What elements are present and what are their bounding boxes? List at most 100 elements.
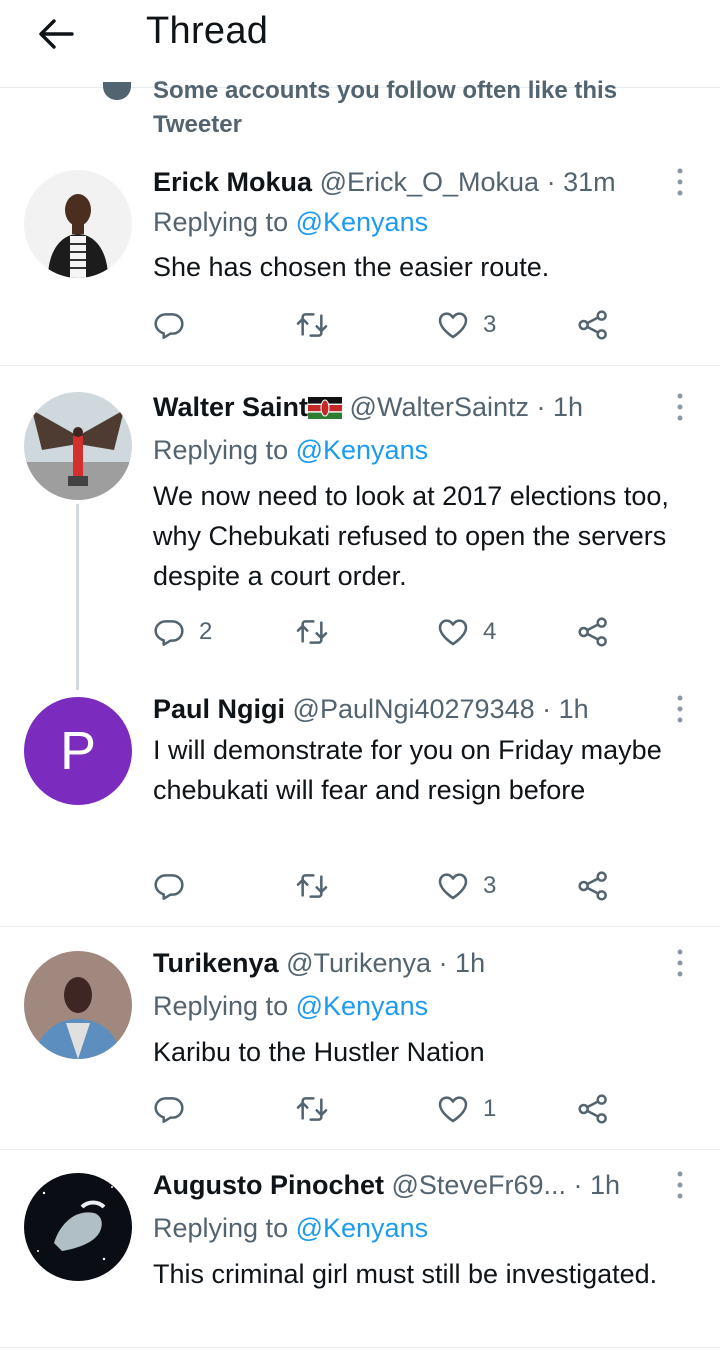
share-button[interactable] <box>577 1089 609 1129</box>
retweet-button[interactable] <box>295 612 343 652</box>
more-vertical-icon[interactable] <box>668 692 692 726</box>
retweet-icon <box>295 1093 329 1125</box>
avatar[interactable] <box>24 170 132 278</box>
share-button[interactable] <box>577 612 609 652</box>
reply-count: 2 <box>199 618 213 645</box>
like-icon <box>437 870 469 902</box>
retweet-icon <box>295 309 329 341</box>
share-button[interactable] <box>577 866 609 906</box>
tweet-header: Augusto Pinochet @SteveFr69... · 1h <box>153 1168 663 1202</box>
top-app-bar: Thread <box>0 0 720 88</box>
tweet-header: Paul Ngigi @PaulNgi40279348 · 1h <box>153 692 663 726</box>
reply-button[interactable] <box>153 866 199 906</box>
reply-button[interactable] <box>153 305 199 345</box>
author-handle[interactable]: @Turikenya <box>286 948 431 978</box>
retweet-button[interactable] <box>295 305 343 345</box>
retweet-button[interactable] <box>295 866 343 906</box>
retweet-icon <box>295 870 329 902</box>
page-title: Thread <box>146 10 269 52</box>
tweet-time[interactable]: · 1h <box>537 392 584 422</box>
tweet-time[interactable]: · 1h <box>542 694 589 724</box>
tweet-header: Walter Saint @WalterSaintz · 1h <box>153 390 663 424</box>
like-count: 1 <box>483 1095 497 1122</box>
author-name[interactable]: Paul Ngigi <box>153 694 285 724</box>
avatar[interactable] <box>24 392 132 500</box>
back-button[interactable] <box>32 14 80 54</box>
tweet[interactable]: Turikenya @Turikenya · 1h Replying to @K… <box>0 946 720 1150</box>
author-handle[interactable]: @PaulNgi40279348 <box>293 694 535 724</box>
tweet-header: Erick Mokua @Erick_O_Mokua · 31m <box>153 165 663 199</box>
share-icon <box>577 616 609 648</box>
like-button[interactable]: 3 <box>437 305 496 345</box>
social-context-line2: Tweeter <box>153 111 242 138</box>
reply-icon <box>153 870 185 902</box>
replying-to-handle[interactable]: @Kenyans <box>296 1213 428 1243</box>
share-icon <box>577 309 609 341</box>
tweet[interactable]: Walter Saint @WalterSaintz · 1h Replying… <box>0 390 720 670</box>
like-icon <box>437 1093 469 1125</box>
social-context-line1: Some accounts you follow often like this <box>153 80 618 104</box>
more-vertical-icon[interactable] <box>668 1168 692 1202</box>
replying-to-handle[interactable]: @Kenyans <box>296 435 428 465</box>
kenya-flag-icon <box>308 397 343 419</box>
like-icon <box>437 616 469 648</box>
tweet-text: We now need to look at 2017 elections to… <box>153 481 669 591</box>
share-icon <box>577 870 609 902</box>
social-context: Some accounts you follow often like this… <box>0 80 720 148</box>
author-handle[interactable]: @SteveFr69... <box>392 1170 566 1200</box>
tweet-text: This criminal girl must still be investi… <box>153 1259 658 1289</box>
more-vertical-icon[interactable] <box>668 390 692 424</box>
reply-button[interactable] <box>153 1089 199 1129</box>
tweet-text: I will demonstrate for you on Friday may… <box>153 735 662 805</box>
replying-to: Replying to @Kenyans <box>153 989 428 1023</box>
avatar[interactable] <box>24 1173 132 1281</box>
tweet-time[interactable]: · 1h <box>439 948 486 978</box>
reply-icon <box>153 309 185 341</box>
more-vertical-icon[interactable] <box>668 165 692 199</box>
like-count: 3 <box>483 872 497 899</box>
tweet[interactable]: Augusto Pinochet @SteveFr69... · 1h Repl… <box>0 1168 720 1348</box>
heart-icon <box>103 82 131 100</box>
avatar[interactable]: P <box>24 697 132 805</box>
like-button[interactable]: 4 <box>437 612 496 652</box>
avatar-letter: P <box>59 721 97 781</box>
tweet-text: She has chosen the easier route. <box>153 252 550 282</box>
author-name[interactable]: Walter Saint <box>153 392 308 422</box>
tweet-header: Turikenya @Turikenya · 1h <box>153 946 663 980</box>
author-name[interactable]: Turikenya <box>153 948 279 978</box>
tweet[interactable]: P Paul Ngigi @PaulNgi40279348 · 1h I wil… <box>0 692 720 927</box>
avatar[interactable] <box>24 951 132 1059</box>
replying-to: Replying to @Kenyans <box>153 205 428 239</box>
like-button[interactable]: 3 <box>437 866 496 906</box>
retweet-button[interactable] <box>295 1089 343 1129</box>
like-icon <box>437 309 469 341</box>
replying-to-label: Replying to <box>153 435 289 465</box>
tweet-actions: 3 <box>153 305 623 345</box>
tweet-actions: 3 <box>153 866 623 906</box>
tweet-time[interactable]: · 1h <box>574 1170 621 1200</box>
replying-to-label: Replying to <box>153 991 289 1021</box>
share-button[interactable] <box>577 305 609 345</box>
tweet-text: Karibu to the Hustler Nation <box>153 1037 485 1067</box>
more-vertical-icon[interactable] <box>668 946 692 980</box>
replying-to-handle[interactable]: @Kenyans <box>296 207 428 237</box>
replying-to-handle[interactable]: @Kenyans <box>296 991 428 1021</box>
reply-button[interactable]: 2 <box>153 612 212 652</box>
tweet-actions: 2 4 <box>153 612 623 652</box>
retweet-icon <box>295 616 329 648</box>
replying-to: Replying to @Kenyans <box>153 433 428 467</box>
like-button[interactable]: 1 <box>437 1089 496 1129</box>
share-icon <box>577 1093 609 1125</box>
tweet-time[interactable]: · 31m <box>547 167 616 197</box>
author-name[interactable]: Erick Mokua <box>153 167 312 197</box>
tweet-actions: 1 <box>153 1089 623 1129</box>
arrow-left-icon <box>39 19 74 49</box>
author-name[interactable]: Augusto Pinochet <box>153 1170 384 1200</box>
author-handle[interactable]: @Erick_O_Mokua <box>320 167 539 197</box>
author-handle[interactable]: @WalterSaintz <box>350 392 529 422</box>
reply-icon <box>153 616 185 648</box>
like-count: 3 <box>483 311 497 338</box>
replying-to: Replying to @Kenyans <box>153 1211 428 1245</box>
replying-to-label: Replying to <box>153 207 289 237</box>
tweet[interactable]: Erick Mokua @Erick_O_Mokua · 31m Replyin… <box>0 165 720 366</box>
